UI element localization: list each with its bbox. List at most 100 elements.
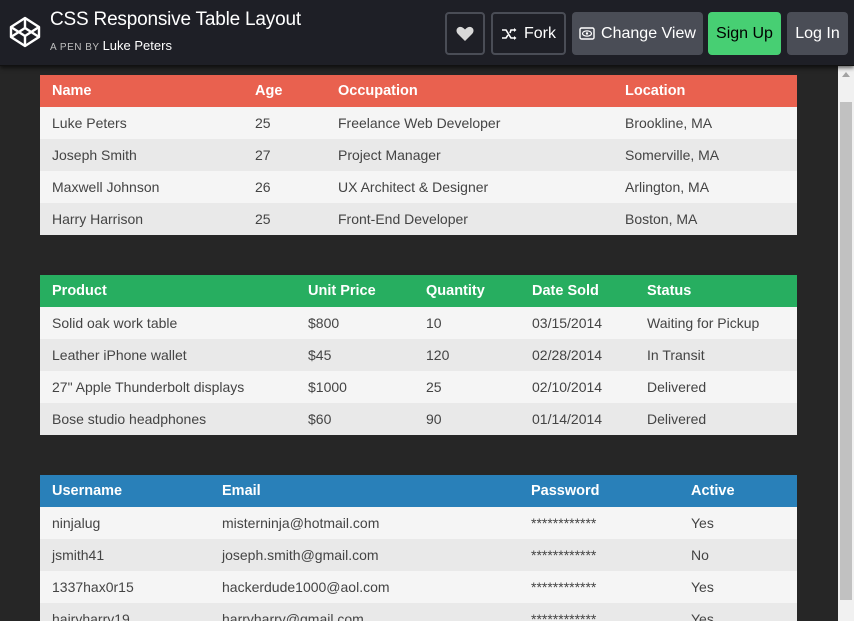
table-row: Joseph Smith 27 Project Manager Somervil… bbox=[40, 139, 797, 171]
table-row: Leather iPhone wallet $45 120 02/28/2014… bbox=[40, 339, 797, 371]
table-cell: jsmith41 bbox=[40, 539, 210, 571]
author-link[interactable]: Luke Peters bbox=[103, 38, 172, 53]
header-quantity: Quantity bbox=[414, 275, 520, 307]
users-table: Username Email Password Active ninjalug … bbox=[40, 475, 797, 621]
table-row: Solid oak work table $800 10 03/15/2014 … bbox=[40, 307, 797, 339]
table-cell: hairyharry19 bbox=[40, 603, 210, 621]
log-in-button[interactable]: Log In bbox=[787, 12, 848, 55]
fork-button[interactable]: Fork bbox=[491, 12, 566, 55]
header-status: Status bbox=[635, 275, 797, 307]
table-row: 27" Apple Thunderbolt displays $1000 25 … bbox=[40, 371, 797, 403]
table-cell: Joseph Smith bbox=[40, 139, 243, 171]
table-cell: Delivered bbox=[635, 403, 797, 435]
pen-title: CSS Responsive Table Layout bbox=[50, 9, 301, 30]
header-username: Username bbox=[40, 475, 210, 507]
scrollbar-thumb[interactable] bbox=[840, 102, 852, 600]
table-cell: misterninja@hotmail.com bbox=[210, 507, 519, 539]
products-table: Product Unit Price Quantity Date Sold St… bbox=[40, 275, 797, 435]
table-cell: Harry Harrison bbox=[40, 203, 243, 235]
table-row: 1337hax0r15 hackerdude1000@aol.com *****… bbox=[40, 571, 797, 603]
table-cell: ************ bbox=[519, 539, 679, 571]
table-cell: 10 bbox=[414, 307, 520, 339]
table-cell: harryharry@gmail.com bbox=[210, 603, 519, 621]
table-cell: 01/14/2014 bbox=[520, 403, 635, 435]
table-cell: 27 bbox=[243, 139, 326, 171]
table-cell: Maxwell Johnson bbox=[40, 171, 243, 203]
table-cell: 1337hax0r15 bbox=[40, 571, 210, 603]
sign-up-label: Sign Up bbox=[716, 24, 773, 42]
table-cell: UX Architect & Designer bbox=[326, 171, 613, 203]
people-table: Name Age Occupation Location Luke Peters… bbox=[40, 75, 797, 235]
table-cell: $800 bbox=[296, 307, 414, 339]
table-cell: ninjalug bbox=[40, 507, 210, 539]
change-view-icon bbox=[579, 27, 595, 40]
table-header-row: Product Unit Price Quantity Date Sold St… bbox=[40, 275, 797, 307]
table-cell: 25 bbox=[243, 107, 326, 139]
header-name: Name bbox=[40, 75, 243, 107]
fork-label: Fork bbox=[524, 24, 556, 42]
table-cell: 90 bbox=[414, 403, 520, 435]
heart-button[interactable] bbox=[445, 12, 485, 55]
codepen-header: CSS Responsive Table Layout A PEN BY Luke… bbox=[0, 0, 854, 66]
vertical-scrollbar[interactable] bbox=[838, 66, 854, 621]
table-row: Maxwell Johnson 26 UX Architect & Design… bbox=[40, 171, 797, 203]
heart-icon bbox=[456, 26, 474, 41]
table-cell: Luke Peters bbox=[40, 107, 243, 139]
table-cell: Yes bbox=[679, 603, 797, 621]
change-view-button[interactable]: Change View bbox=[572, 12, 703, 55]
table-cell: 02/10/2014 bbox=[520, 371, 635, 403]
table-cell: Solid oak work table bbox=[40, 307, 296, 339]
table-cell: Brookline, MA bbox=[613, 107, 797, 139]
table-row: Bose studio headphones $60 90 01/14/2014… bbox=[40, 403, 797, 435]
codepen-logo-icon[interactable] bbox=[8, 15, 42, 49]
header-location: Location bbox=[613, 75, 797, 107]
log-in-label: Log In bbox=[795, 24, 840, 42]
table-cell: $45 bbox=[296, 339, 414, 371]
table-cell: 25 bbox=[243, 203, 326, 235]
table-cell: Delivered bbox=[635, 371, 797, 403]
table-cell: joseph.smith@gmail.com bbox=[210, 539, 519, 571]
table-cell: Somerville, MA bbox=[613, 139, 797, 171]
change-view-label: Change View bbox=[601, 24, 696, 42]
table-cell: Bose studio headphones bbox=[40, 403, 296, 435]
header-unit-price: Unit Price bbox=[296, 275, 414, 307]
table-cell: ************ bbox=[519, 603, 679, 621]
header-password: Password bbox=[519, 475, 679, 507]
fork-icon bbox=[502, 27, 517, 40]
header-active: Active bbox=[679, 475, 797, 507]
table-row: hairyharry19 harryharry@gmail.com ******… bbox=[40, 603, 797, 621]
table-cell: Waiting for Pickup bbox=[635, 307, 797, 339]
table-cell: Boston, MA bbox=[613, 203, 797, 235]
table-cell: ************ bbox=[519, 507, 679, 539]
header-date-sold: Date Sold bbox=[520, 275, 635, 307]
pen-preview: Name Age Occupation Location Luke Peters… bbox=[0, 66, 838, 621]
table-row: Luke Peters 25 Freelance Web Developer B… bbox=[40, 107, 797, 139]
table-row: jsmith41 joseph.smith@gmail.com ********… bbox=[40, 539, 797, 571]
table-cell: 26 bbox=[243, 171, 326, 203]
table-cell: 27" Apple Thunderbolt displays bbox=[40, 371, 296, 403]
table-cell: hackerdude1000@aol.com bbox=[210, 571, 519, 603]
header-age: Age bbox=[243, 75, 326, 107]
table-cell: Freelance Web Developer bbox=[326, 107, 613, 139]
table-cell: Front-End Developer bbox=[326, 203, 613, 235]
sign-up-button[interactable]: Sign Up bbox=[708, 12, 781, 55]
table-cell: Leather iPhone wallet bbox=[40, 339, 296, 371]
table-header-row: Name Age Occupation Location bbox=[40, 75, 797, 107]
header-email: Email bbox=[210, 475, 519, 507]
table-cell: Yes bbox=[679, 507, 797, 539]
table-cell: ************ bbox=[519, 571, 679, 603]
table-cell: $60 bbox=[296, 403, 414, 435]
table-row: Harry Harrison 25 Front-End Developer Bo… bbox=[40, 203, 797, 235]
table-header-row: Username Email Password Active bbox=[40, 475, 797, 507]
scroll-up-arrow-icon[interactable] bbox=[842, 72, 850, 77]
table-cell: 25 bbox=[414, 371, 520, 403]
header-occupation: Occupation bbox=[326, 75, 613, 107]
table-cell: Arlington, MA bbox=[613, 171, 797, 203]
header-product: Product bbox=[40, 275, 296, 307]
table-cell: 120 bbox=[414, 339, 520, 371]
table-cell: 02/28/2014 bbox=[520, 339, 635, 371]
table-row: ninjalug misterninja@hotmail.com *******… bbox=[40, 507, 797, 539]
table-cell: 03/15/2014 bbox=[520, 307, 635, 339]
table-cell: $1000 bbox=[296, 371, 414, 403]
byline-prefix: A PEN BY bbox=[50, 42, 100, 53]
